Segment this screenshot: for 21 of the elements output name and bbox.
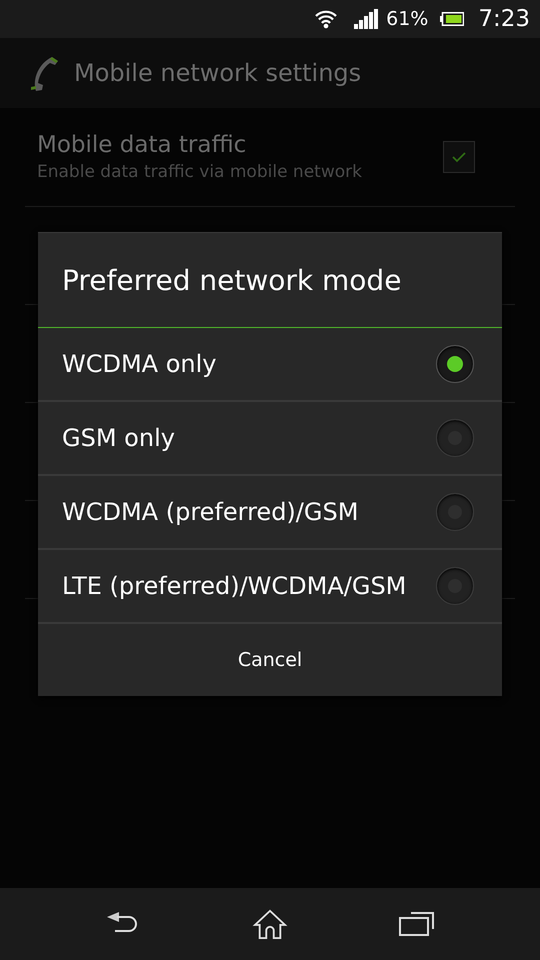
radio-button[interactable]: [436, 493, 474, 531]
setting-title: Mobile data traffic: [37, 132, 248, 158]
cancel-button[interactable]: Cancel: [38, 624, 502, 696]
battery-percent: 61%: [386, 8, 428, 30]
radio-button[interactable]: [436, 419, 474, 457]
radio-button[interactable]: [436, 345, 474, 383]
signal-icon: [354, 9, 378, 29]
setting-summary: Enable data traffic via mobile network: [37, 162, 363, 182]
clock: 7:23: [478, 6, 530, 32]
home-icon[interactable]: [252, 909, 288, 939]
radio-button[interactable]: [436, 567, 474, 605]
radio-option[interactable]: LTE (preferred)/WCDMA/GSM: [38, 550, 502, 624]
dialog-title: Preferred network mode: [61, 262, 402, 298]
wifi-icon: [314, 9, 338, 29]
radio-option[interactable]: WCDMA only: [38, 328, 502, 402]
radio-option[interactable]: GSM only: [38, 402, 502, 476]
checkbox[interactable]: [443, 141, 475, 173]
radio-option[interactable]: WCDMA (preferred)/GSM: [38, 476, 502, 550]
screen-title: Mobile network settings: [74, 59, 362, 87]
recent-apps-icon[interactable]: [398, 909, 435, 939]
battery-icon: [440, 12, 464, 26]
